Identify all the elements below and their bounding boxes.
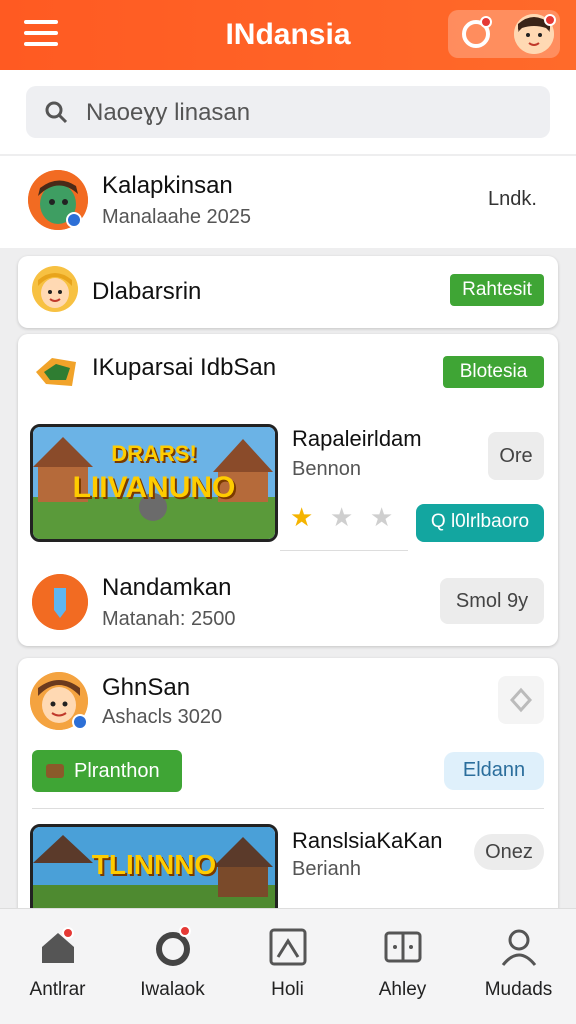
image-icon [269, 928, 307, 966]
card-action-button[interactable]: Rahtesit [450, 274, 544, 306]
star-icon[interactable]: ★ [330, 504, 353, 530]
item-action-button[interactable]: Smol 9y [440, 578, 544, 624]
item-subtitle: Matanah: 2500 [102, 608, 236, 630]
item-title: Nandamkan [102, 574, 232, 601]
nav-badge [179, 925, 191, 937]
notification-badge [480, 16, 492, 28]
nav-label: Antlrar [29, 979, 86, 1000]
nav-badge [62, 927, 74, 939]
game-thumbnail[interactable]: DRARS! LIIVANUNO [30, 424, 278, 542]
card-primary-button-label: Plranthon [74, 760, 160, 782]
avatar [32, 574, 88, 630]
search-input[interactable]: Naoeɣy linasan [26, 86, 550, 138]
nav-label: Ahley [378, 979, 427, 1000]
nav-item-cards[interactable]: Ahley [345, 909, 460, 1024]
card-title: IKuparsai IdbSan [92, 354, 277, 381]
list-item[interactable]: Kalapkinsan Manalaahe 2025 Lndk. [0, 156, 576, 248]
nav-item-profile[interactable]: Mudads [461, 909, 576, 1024]
thumbnail-caption: TLINNNO [91, 849, 217, 880]
thumbnail-caption-top: DRARS! [111, 441, 197, 466]
divider [280, 550, 408, 551]
search-placeholder: Naoeɣy linasan [86, 99, 251, 126]
avatar-badge [544, 14, 556, 26]
search-section: Naoeɣy linasan [0, 70, 576, 154]
nav-label: Iwalaok [140, 979, 205, 1000]
star-icon[interactable]: ★ [370, 504, 393, 530]
game-card: IKuparsai IdbSan Blotesia DRARS! LIIVANU… [18, 334, 558, 646]
nav-label: Holi [271, 979, 304, 1000]
game-side-button[interactable]: Ore [488, 432, 544, 480]
controller-icon [46, 764, 64, 778]
game-action-button[interactable]: Q l0lrlbaoro [416, 504, 544, 542]
item-subtitle: Manalaahe 2025 [102, 206, 252, 228]
game-subtitle: Bennon [292, 458, 361, 480]
card-title: GhnSan [102, 674, 191, 701]
thumbnail-caption: LIIVANUNO [72, 471, 236, 504]
diamond-icon[interactable] [498, 676, 544, 724]
nav-item-gallery[interactable]: Holi [230, 909, 345, 1024]
card-primary-button[interactable]: Plranthon [32, 750, 182, 792]
cards-icon [384, 931, 422, 963]
game-side-button[interactable]: Onez [474, 834, 544, 870]
verified-badge [66, 212, 82, 228]
avatar [32, 266, 78, 312]
game-thumbnail[interactable]: TLINNNO [30, 824, 278, 920]
top-app-bar: INdansia [0, 0, 576, 70]
header-actions [448, 10, 560, 58]
user-icon [501, 929, 537, 966]
card-subtitle: Ashacls 3020 [102, 706, 223, 728]
search-icon [45, 101, 68, 124]
card-secondary-button[interactable]: Eldann [444, 752, 544, 790]
item-action-link[interactable]: Lndk. [488, 188, 537, 211]
card-title: Dlabarsrin [92, 278, 202, 305]
game-title: RanslsiaKaKan [292, 828, 443, 853]
game-logo-icon [32, 352, 80, 392]
verified-badge [72, 714, 88, 730]
list-card[interactable]: Dlabarsrin Rahtesit [18, 256, 558, 328]
divider [32, 808, 544, 809]
nav-label: Mudads [484, 979, 553, 1000]
nav-item-feed[interactable]: Iwalaok [115, 909, 230, 1024]
item-title: Kalapkinsan [102, 172, 233, 199]
game-subtitle: Berianh [292, 858, 361, 880]
card-action-button[interactable]: Blotesia [443, 356, 544, 388]
star-icon[interactable]: ★ [290, 504, 313, 530]
game-card: GhnSan Ashacls 3020 Plranthon Eldann TLI… [18, 658, 558, 920]
bottom-navigation: Antlrar Iwalaok Holi Ahley Mudads [0, 908, 576, 1024]
nav-item-home[interactable]: Antlrar [0, 909, 115, 1024]
game-title: Rapaleirldam [292, 426, 422, 451]
